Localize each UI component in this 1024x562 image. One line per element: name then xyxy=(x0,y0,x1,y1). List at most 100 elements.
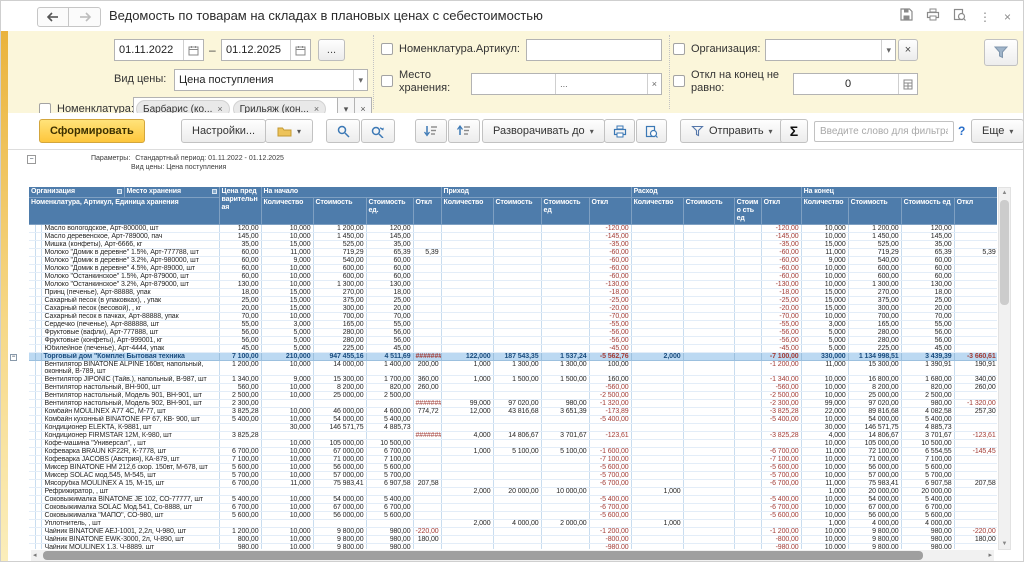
column-subheader[interactable]: Стоимость xyxy=(848,197,902,225)
value-cell[interactable]: 22,000 xyxy=(801,407,849,416)
value-cell[interactable] xyxy=(541,415,590,424)
value-cell[interactable]: 11,000 xyxy=(261,479,314,488)
value-cell[interactable]: -145,00 xyxy=(761,232,802,241)
value-cell[interactable] xyxy=(541,495,590,504)
value-cell[interactable]: 280,00 xyxy=(313,336,367,345)
value-cell[interactable]: 8 200,00 xyxy=(848,383,902,392)
value-cell[interactable] xyxy=(631,423,684,432)
value-cell[interactable]: 2 000,00 xyxy=(541,519,590,528)
value-cell[interactable] xyxy=(631,272,684,281)
value-cell[interactable]: -56,00 xyxy=(761,336,802,345)
value-cell[interactable]: 60,00 xyxy=(901,264,955,273)
value-cell[interactable] xyxy=(954,503,997,512)
value-cell[interactable] xyxy=(683,519,735,528)
value-cell[interactable]: 146 571,75 xyxy=(848,423,902,432)
value-cell[interactable] xyxy=(734,471,762,480)
value-cell[interactable]: 5,000 xyxy=(801,336,849,345)
value-cell[interactable]: 56,00 xyxy=(901,336,955,345)
value-cell[interactable] xyxy=(413,224,442,233)
value-cell[interactable]: 67 000,00 xyxy=(313,503,367,512)
value-cell[interactable] xyxy=(541,272,590,281)
value-cell[interactable]: 120,00 xyxy=(901,224,955,233)
value-cell[interactable]: 4 000,00 xyxy=(901,519,955,528)
value-cell[interactable] xyxy=(683,527,735,536)
value-cell[interactable]: 5 600,00 xyxy=(366,511,414,520)
value-cell[interactable]: ####### xyxy=(413,431,442,440)
period-to-field[interactable]: 01.12.2025 xyxy=(221,39,311,61)
value-cell[interactable]: 10,000 xyxy=(261,407,314,416)
value-cell[interactable] xyxy=(493,391,542,400)
value-cell[interactable] xyxy=(683,272,735,281)
value-cell[interactable] xyxy=(219,439,262,448)
value-cell[interactable]: -45,00 xyxy=(761,344,802,353)
value-cell[interactable] xyxy=(441,264,494,273)
value-cell[interactable]: 525,00 xyxy=(848,240,902,249)
value-cell[interactable] xyxy=(493,304,542,313)
table-row[interactable]: Молоко "Останкинское" 3.2%, Арт-879000, … xyxy=(9,280,997,289)
value-cell[interactable] xyxy=(441,535,494,544)
value-cell[interactable] xyxy=(954,320,997,329)
value-cell[interactable]: 947 455,16 xyxy=(313,352,367,361)
value-cell[interactable] xyxy=(413,519,442,528)
calendar-icon[interactable] xyxy=(183,40,199,60)
value-cell[interactable] xyxy=(366,519,414,528)
column-subheader[interactable]: Количество xyxy=(261,197,314,225)
value-cell[interactable]: 60,00 xyxy=(219,264,262,273)
value-cell[interactable]: 6 700,00 xyxy=(219,447,262,456)
column-subheader[interactable]: Стоимость xyxy=(493,197,542,225)
value-cell[interactable]: 774,72 xyxy=(413,407,442,416)
value-cell[interactable] xyxy=(413,296,442,305)
value-cell[interactable] xyxy=(413,511,442,520)
value-cell[interactable] xyxy=(734,399,762,408)
value-cell[interactable] xyxy=(734,352,762,361)
value-cell[interactable] xyxy=(413,240,442,249)
value-cell[interactable]: -56,00 xyxy=(761,328,802,337)
value-cell[interactable] xyxy=(954,296,997,305)
value-cell[interactable] xyxy=(734,312,762,321)
value-cell[interactable] xyxy=(734,543,762,549)
nomenclature-cell[interactable]: Кофе-машина "Универсал", , шт xyxy=(41,439,220,448)
value-cell[interactable]: 56 000,00 xyxy=(313,511,367,520)
value-cell[interactable]: -560,00 xyxy=(761,383,802,392)
value-cell[interactable] xyxy=(413,264,442,273)
value-cell[interactable] xyxy=(683,360,735,376)
value-cell[interactable]: 25 000,00 xyxy=(313,391,367,400)
value-cell[interactable] xyxy=(683,479,735,488)
value-cell[interactable]: 375,00 xyxy=(313,296,367,305)
value-cell[interactable]: 10,000 xyxy=(261,511,314,520)
value-cell[interactable]: 4 000,00 xyxy=(493,519,542,528)
value-cell[interactable]: 60,00 xyxy=(366,272,414,281)
value-cell[interactable]: -1 200,00 xyxy=(761,527,802,536)
value-cell[interactable] xyxy=(441,527,494,536)
value-cell[interactable]: -220,00 xyxy=(954,527,997,536)
value-cell[interactable] xyxy=(541,320,590,329)
value-cell[interactable]: 1 134 998,51 xyxy=(848,352,902,361)
vertical-scrollbar[interactable]: ▲ ▼ xyxy=(998,187,1011,550)
horizontal-scrollbar[interactable]: ◂ ▸ xyxy=(31,550,994,561)
value-cell[interactable]: 25 000,00 xyxy=(848,391,902,400)
value-cell[interactable]: 56 000,00 xyxy=(848,511,902,520)
value-cell[interactable]: 5 400,00 xyxy=(901,495,955,504)
nomenclature-cell[interactable]: Чайник MOULINEX 1,3, Ч-8889, шт xyxy=(41,543,220,549)
value-cell[interactable]: 7 100,00 xyxy=(901,455,955,464)
value-cell[interactable]: 15,000 xyxy=(801,288,849,297)
column-subheader[interactable]: Стоимость ед. xyxy=(366,197,414,225)
value-cell[interactable]: 71 000,00 xyxy=(313,455,367,464)
value-cell[interactable] xyxy=(366,431,414,440)
value-cell[interactable]: 30,000 xyxy=(801,423,849,432)
value-cell[interactable] xyxy=(683,383,735,392)
value-cell[interactable] xyxy=(954,423,997,432)
value-cell[interactable] xyxy=(261,487,314,496)
value-cell[interactable] xyxy=(413,280,442,289)
value-cell[interactable]: 56,00 xyxy=(219,336,262,345)
value-cell[interactable]: 16 800,00 xyxy=(848,375,902,384)
value-cell[interactable] xyxy=(631,455,684,464)
value-cell[interactable]: 2,000 xyxy=(441,487,494,496)
nomenclature-cell[interactable]: Сахарный песок (весовой), , кг xyxy=(41,304,220,313)
value-cell[interactable] xyxy=(683,375,735,384)
value-cell[interactable] xyxy=(683,511,735,520)
value-cell[interactable] xyxy=(441,248,494,257)
table-row[interactable]: Масло вологодское, Арт-800000, шт 120,00 1… xyxy=(9,224,997,233)
value-cell[interactable] xyxy=(734,503,762,512)
value-cell[interactable] xyxy=(683,495,735,504)
